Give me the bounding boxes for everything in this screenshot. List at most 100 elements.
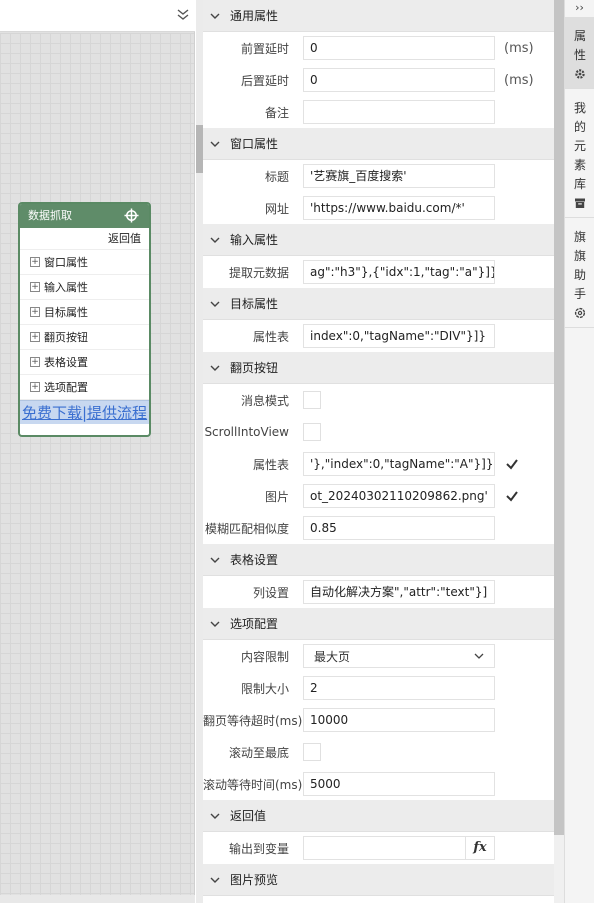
post-delay-input[interactable]: 0: [303, 68, 495, 92]
extract-meta-input[interactable]: ag":"h3"},{"idx":1,"tag":"a"}]}]: [303, 260, 495, 284]
scrollbar-thumb[interactable]: [554, 0, 564, 835]
chevron-down-icon: [210, 301, 220, 307]
chevron-down-icon: [210, 621, 220, 627]
node-item-pager[interactable]: + 翻页按钮: [20, 325, 149, 350]
crosshair-icon[interactable]: [124, 208, 139, 223]
note-input[interactable]: [303, 100, 495, 124]
canvas-scrollbar[interactable]: [0, 895, 195, 903]
expand-icon[interactable]: +: [30, 307, 40, 317]
row-content-limit: 内容限制 最大页: [203, 640, 554, 672]
pager-image-input[interactable]: ot_20240302110209862.png': [303, 484, 495, 508]
scroll-wait-input[interactable]: 5000: [303, 772, 495, 796]
chevron-down-icon: [210, 237, 220, 243]
row-scroll-bottom: 滚动至最底: [203, 736, 554, 768]
node-item-window[interactable]: + 窗口属性: [20, 250, 149, 275]
expand-icon[interactable]: +: [30, 332, 40, 342]
scrollbar-thumb[interactable]: [196, 125, 203, 173]
content-limit-label: 内容限制: [240, 649, 289, 664]
data-extract-node[interactable]: 数据抓取 返回值 + 窗口属性 + 输入属性 + 目标属性 + 翻页按钮 + 表格设置 +…: [18, 202, 151, 437]
section-window[interactable]: 窗口属性: [203, 128, 554, 160]
post-delay-unit: (ms): [504, 72, 534, 88]
output-var-field: fx: [303, 836, 495, 860]
section-return[interactable]: 返回值: [203, 800, 554, 832]
row-window-url: 网址 'https://www.baidu.com/*': [203, 192, 554, 224]
row-target-attr: 属性表 index":0,"tagName":"DIV"}]}: [203, 320, 554, 352]
window-title-label: 标题: [264, 169, 289, 184]
chevron-down-icon: [210, 13, 220, 19]
collapse-sidebar-button[interactable]: ››: [565, 0, 594, 17]
node-item-table[interactable]: + 表格设置: [20, 350, 149, 375]
expand-icon[interactable]: +: [30, 282, 40, 292]
page-timeout-label: 翻页等待超时(ms): [203, 713, 303, 728]
post-delay-label: 后置延时: [240, 73, 289, 88]
window-url-input[interactable]: 'https://www.baidu.com/*': [303, 196, 495, 220]
pager-attr-input[interactable]: '},"index":0,"tagName":"A"}]}: [303, 452, 495, 476]
flow-canvas[interactable]: 数据抓取 返回值 + 窗口属性 + 输入属性 + 目标属性 + 翻页按钮 + 表格设置 +…: [0, 0, 195, 903]
expand-icon[interactable]: +: [30, 382, 40, 392]
target-attr-label: 属性表: [252, 329, 289, 344]
collapse-panel-icon[interactable]: [175, 7, 191, 23]
section-options[interactable]: 选项配置: [203, 608, 554, 640]
pager-image-label: 图片: [264, 489, 289, 504]
row-fuzzy-match: 模糊匹配相似度 0.85: [203, 512, 554, 544]
tab-properties[interactable]: 属性: [565, 17, 594, 89]
row-output-var: 输出到变量 fx: [203, 832, 554, 864]
scroll-into-view-checkbox[interactable]: [303, 423, 321, 441]
row-pager-attr: 属性表 '},"index":0,"tagName":"A"}]}: [203, 448, 554, 480]
pre-delay-label: 前置延时: [240, 41, 289, 56]
fuzzy-match-label: 模糊匹配相似度: [204, 521, 289, 536]
pre-delay-input[interactable]: 0: [303, 36, 495, 60]
node-header[interactable]: 数据抓取: [20, 204, 149, 228]
node-return-value[interactable]: 返回值: [20, 228, 149, 250]
fuzzy-match-input[interactable]: 0.85: [303, 516, 495, 540]
limit-size-input[interactable]: 2: [303, 676, 495, 700]
extract-meta-label: 提取元数据: [228, 265, 289, 280]
scroll-wait-label: 滚动等待时间(ms): [203, 777, 303, 792]
node-item-options[interactable]: + 选项配置: [20, 375, 149, 400]
page-timeout-input[interactable]: 10000: [303, 708, 495, 732]
section-pager[interactable]: 翻页按钮: [203, 352, 554, 384]
content-limit-select[interactable]: 最大页: [303, 644, 495, 668]
expand-icon[interactable]: +: [30, 257, 40, 267]
section-table[interactable]: 表格设置: [203, 544, 554, 576]
canvas-toolbar: [0, 0, 195, 32]
node-title: 数据抓取: [28, 209, 72, 222]
canvas-vertical-scrollbar[interactable]: [196, 0, 203, 903]
node-item-target[interactable]: + 目标属性: [20, 300, 149, 325]
row-window-title: 标题 '艺赛旗_百度搜索': [203, 160, 554, 192]
openai-icon: [574, 307, 586, 319]
section-general[interactable]: 通用属性: [203, 0, 554, 32]
section-input[interactable]: 输入属性: [203, 224, 554, 256]
function-button[interactable]: fx: [465, 836, 495, 860]
tab-assistant[interactable]: 旗旗助手: [565, 218, 594, 328]
msg-mode-checkbox[interactable]: [303, 391, 321, 409]
checkmark-icon[interactable]: [505, 489, 519, 503]
tab-label: 属性: [573, 29, 586, 62]
scroll-into-view-label: ScrollIntoView: [204, 425, 289, 439]
pager-attr-label: 属性表: [252, 457, 289, 472]
msg-mode-label: 消息模式: [240, 393, 289, 408]
window-url-label: 网址: [264, 201, 289, 216]
section-image-preview[interactable]: 图片预览: [203, 864, 554, 896]
scroll-bottom-checkbox[interactable]: [303, 743, 321, 761]
tab-my-elements[interactable]: 我的元素库: [565, 89, 594, 218]
column-settings-input[interactable]: 自动化解决方案","attr":"text"}]: [303, 580, 495, 604]
chevron-down-icon: [210, 877, 220, 883]
expand-icon[interactable]: +: [30, 357, 40, 367]
section-target[interactable]: 目标属性: [203, 288, 554, 320]
target-attr-input[interactable]: index":0,"tagName":"DIV"}]}: [303, 324, 495, 348]
output-var-input[interactable]: [303, 836, 465, 860]
chevron-down-icon: [210, 365, 220, 371]
panel-vertical-scrollbar[interactable]: [554, 0, 564, 903]
download-link[interactable]: 免费下载|提供流程: [20, 400, 149, 424]
window-title-input[interactable]: '艺赛旗_百度搜索': [303, 164, 495, 188]
row-pager-image: 图片 ot_20240302110209862.png': [203, 480, 554, 512]
chevron-down-icon: [210, 557, 220, 563]
archive-icon: [575, 198, 585, 208]
row-extract-meta: 提取元数据 ag":"h3"},{"idx":1,"tag":"a"}]}]: [203, 256, 554, 288]
checkmark-icon[interactable]: [505, 457, 519, 471]
scroll-bottom-label: 滚动至最底: [228, 745, 289, 760]
limit-size-label: 限制大小: [240, 681, 289, 696]
node-item-input[interactable]: + 输入属性: [20, 275, 149, 300]
canvas-grid: [0, 33, 194, 895]
